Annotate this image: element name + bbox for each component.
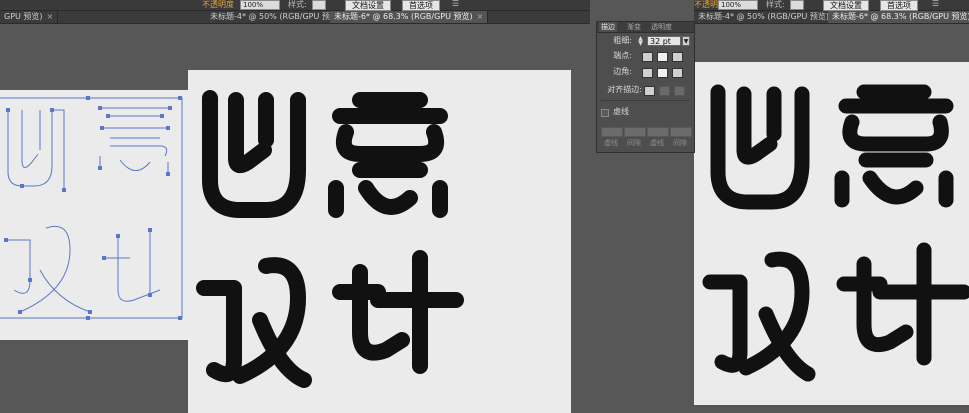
cap-row: 端点: — [597, 50, 694, 62]
tab-untitled-6[interactable]: 未标题-6* @ 68.3% (RGB/GPU 预览)× — [828, 11, 969, 23]
corner-label: 边角: — [613, 67, 632, 76]
close-icon[interactable]: × — [47, 12, 54, 21]
prefs-button[interactable]: 首选项 — [880, 0, 918, 11]
round-cap-icon[interactable] — [657, 52, 668, 62]
dash-field-2[interactable] — [647, 127, 669, 137]
dashed-label: 虚线 — [613, 107, 629, 116]
style-swatch[interactable] — [312, 0, 326, 10]
corner-row: 边角: — [597, 66, 694, 78]
arrange-icon[interactable]: ☰ — [932, 0, 939, 8]
tab-label: 未标题-4* @ 50% (RGB/GPU 预览) — [210, 12, 341, 21]
align-outside-icon[interactable] — [674, 86, 685, 96]
style-label: 样式: — [766, 0, 785, 9]
panel-divider — [601, 100, 690, 101]
tab-gpu-preview[interactable]: GPU 预览) × — [0, 11, 59, 23]
dash-field-1[interactable] — [601, 127, 623, 137]
tab-label: 未标题-6* @ 68.3% (RGB/GPU 预览) — [334, 12, 473, 21]
opacity-label[interactable]: 不透明度 — [202, 0, 234, 10]
gap-label-2: 间隙 — [673, 139, 687, 147]
tab-untitled-6[interactable]: 未标题-6* @ 68.3% (RGB/GPU 预览) × — [330, 11, 489, 23]
tab-untitled-4[interactable]: 未标题-4* @ 50% (RGB/GPU 预览)× — [694, 11, 845, 23]
doc-setup-button[interactable]: 文档设置 — [823, 0, 869, 11]
style-label: 样式: — [288, 0, 307, 9]
weight-stepper[interactable]: ▲ ▼ — [636, 36, 645, 47]
path-outline-artwork[interactable] — [0, 90, 188, 340]
right-control-bar: 不透明度 100% 样式: 文档设置 首选项 ☰ — [694, 0, 969, 11]
dashed-row: 虚线 — [601, 106, 691, 118]
dash-label-1: 虚线 — [604, 139, 618, 147]
tab-label: GPU 预览) — [4, 12, 43, 21]
prefs-button[interactable]: 首选项 — [402, 0, 440, 11]
gap-label-1: 间隙 — [627, 139, 641, 147]
right-tab-bar: 未标题-4* @ 50% (RGB/GPU 预览)× 未标题-6* @ 68.3… — [694, 11, 969, 24]
arrange-icon[interactable]: ☰ — [452, 0, 459, 8]
cap-label: 端点: — [613, 51, 632, 60]
align-label: 对齐描边: — [607, 85, 642, 94]
tab-transparency[interactable]: 透明度 — [651, 22, 672, 32]
weight-field[interactable]: 32 pt — [647, 36, 681, 46]
outline-artboard — [0, 90, 188, 340]
close-icon[interactable]: × — [477, 12, 484, 21]
stroke-artwork-right[interactable] — [694, 62, 969, 405]
weight-row: 粗细: ▲ ▼ 32 pt ▼ — [597, 35, 694, 47]
right-artboard — [694, 62, 969, 405]
bevel-join-icon[interactable] — [672, 68, 683, 78]
style-swatch[interactable] — [790, 0, 804, 10]
left-control-bar: 不透明度 100% 样式: 文档设置 首选项 ☰ — [0, 0, 590, 11]
square-cap-icon[interactable] — [672, 52, 683, 62]
miter-join-icon[interactable] — [642, 68, 653, 78]
tab-label: 未标题-4* @ 50% (RGB/GPU 预览) — [698, 12, 829, 21]
stroke-artwork-center[interactable] — [188, 70, 571, 413]
butt-cap-icon[interactable] — [642, 52, 653, 62]
round-join-icon[interactable] — [657, 68, 668, 78]
doc-setup-button[interactable]: 文档设置 — [345, 0, 391, 11]
align-center-icon[interactable] — [644, 86, 655, 96]
left-tab-bar: GPU 预览) × 未标题-4* @ 50% (RGB/GPU 预览) × 未标题-… — [0, 11, 590, 24]
weight-label: 粗细: — [613, 36, 632, 45]
tab-label: 未标题-6* @ 68.3% (RGB/GPU 预览) — [832, 12, 969, 21]
panel-tabs: 描边 渐变 透明度 — [597, 22, 694, 33]
gap-field-2[interactable] — [670, 127, 692, 137]
align-row: 对齐描边: — [597, 84, 694, 96]
center-artboard — [188, 70, 571, 413]
opacity-field[interactable]: 100% — [240, 0, 280, 10]
dashed-checkbox[interactable] — [601, 109, 609, 117]
weight-dropdown-icon[interactable]: ▼ — [682, 36, 690, 46]
dash-label-2: 虚线 — [650, 139, 664, 147]
tab-gradient[interactable]: 渐变 — [627, 22, 641, 32]
gap-field-1[interactable] — [624, 127, 646, 137]
opacity-field[interactable]: 100% — [718, 0, 758, 10]
tab-stroke[interactable]: 描边 — [599, 22, 617, 32]
stroke-panel: 描边 渐变 透明度 粗细: ▲ ▼ 32 pt ▼ 端点: 边角: 对齐描边: 虚… — [596, 21, 695, 153]
align-inside-icon[interactable] — [659, 86, 670, 96]
